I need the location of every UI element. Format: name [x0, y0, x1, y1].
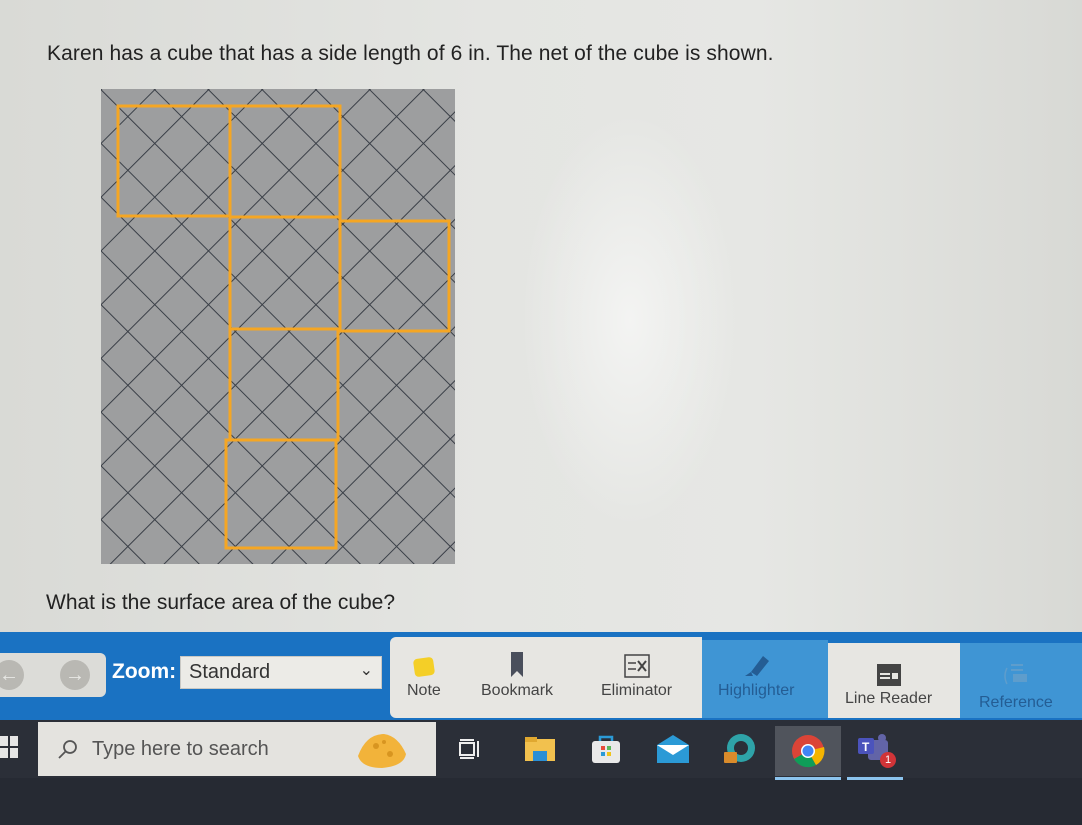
store-icon: [592, 735, 620, 763]
start-button[interactable]: [0, 736, 18, 758]
arrow-left-icon: ←: [0, 663, 19, 686]
bookmark-label: Bookmark: [481, 682, 554, 699]
cube-net-svg: [101, 89, 455, 564]
screen-glare: [520, 110, 740, 530]
grid-background: [101, 89, 455, 564]
highlighter-tool[interactable]: Highlighter: [718, 648, 794, 700]
question-area: Karen has a cube that has a side length …: [0, 0, 1082, 632]
search-placeholder: Type here to search: [92, 737, 269, 760]
line-reader-label: Line Reader: [845, 690, 933, 707]
note-label: Note: [407, 682, 441, 699]
bookmark-icon: [509, 648, 525, 678]
edge-icon: [724, 734, 755, 763]
mail-button[interactable]: [655, 732, 691, 766]
eliminator-label: Eliminator: [601, 682, 673, 699]
reference-tool[interactable]: Reference: [979, 660, 1053, 712]
chrome-button[interactable]: [775, 726, 841, 776]
highlighter-icon: [741, 648, 771, 678]
zoom-select[interactable]: Standard ⌄: [180, 656, 382, 689]
teams-notification-badge: 1: [880, 752, 896, 768]
taskbar-search-box[interactable]: Type here to search: [38, 722, 436, 776]
nav-buttons: ← →: [0, 653, 106, 697]
reference-label: Reference: [979, 694, 1053, 711]
line-reader-icon: [876, 656, 901, 686]
chevron-down-icon: ⌄: [359, 662, 373, 679]
edge-button[interactable]: [722, 732, 758, 766]
teams-active-indicator: [847, 777, 903, 780]
windows-taskbar: Type here to search T 1: [0, 720, 1082, 825]
store-button[interactable]: [588, 732, 624, 766]
question-text: Karen has a cube that has a side length …: [47, 42, 774, 65]
back-button[interactable]: ←: [0, 660, 24, 690]
eliminator-icon: [623, 648, 650, 678]
teams-button[interactable]: T 1: [856, 732, 896, 768]
svg-text:T: T: [862, 740, 870, 754]
zoom-value: Standard: [189, 661, 271, 683]
windows-logo-icon: [0, 736, 8, 746]
cube-net-figure: [101, 89, 455, 564]
reference-icon: [1003, 660, 1029, 690]
chrome-active-indicator: [775, 777, 841, 780]
mail-icon: [657, 735, 689, 763]
eliminator-tool[interactable]: Eliminator: [601, 648, 672, 700]
bookmark-tool[interactable]: Bookmark: [481, 648, 553, 700]
line-reader-tool[interactable]: Line Reader: [845, 656, 932, 708]
highlighter-label: Highlighter: [718, 682, 795, 699]
search-icon: [58, 740, 77, 759]
note-tool[interactable]: Note: [407, 648, 441, 700]
question-prompt: What is the surface area of the cube?: [46, 591, 396, 614]
task-view-icon: [459, 739, 479, 759]
task-view-button[interactable]: [452, 732, 488, 766]
arrow-right-icon: →: [65, 663, 85, 686]
forward-button[interactable]: →: [60, 660, 90, 690]
folder-icon: [525, 737, 555, 761]
chrome-icon: [792, 735, 825, 768]
search-highlight-icon[interactable]: [354, 730, 410, 770]
file-explorer-button[interactable]: [522, 732, 558, 766]
note-icon: [412, 648, 436, 678]
zoom-label: Zoom:: [112, 660, 177, 683]
